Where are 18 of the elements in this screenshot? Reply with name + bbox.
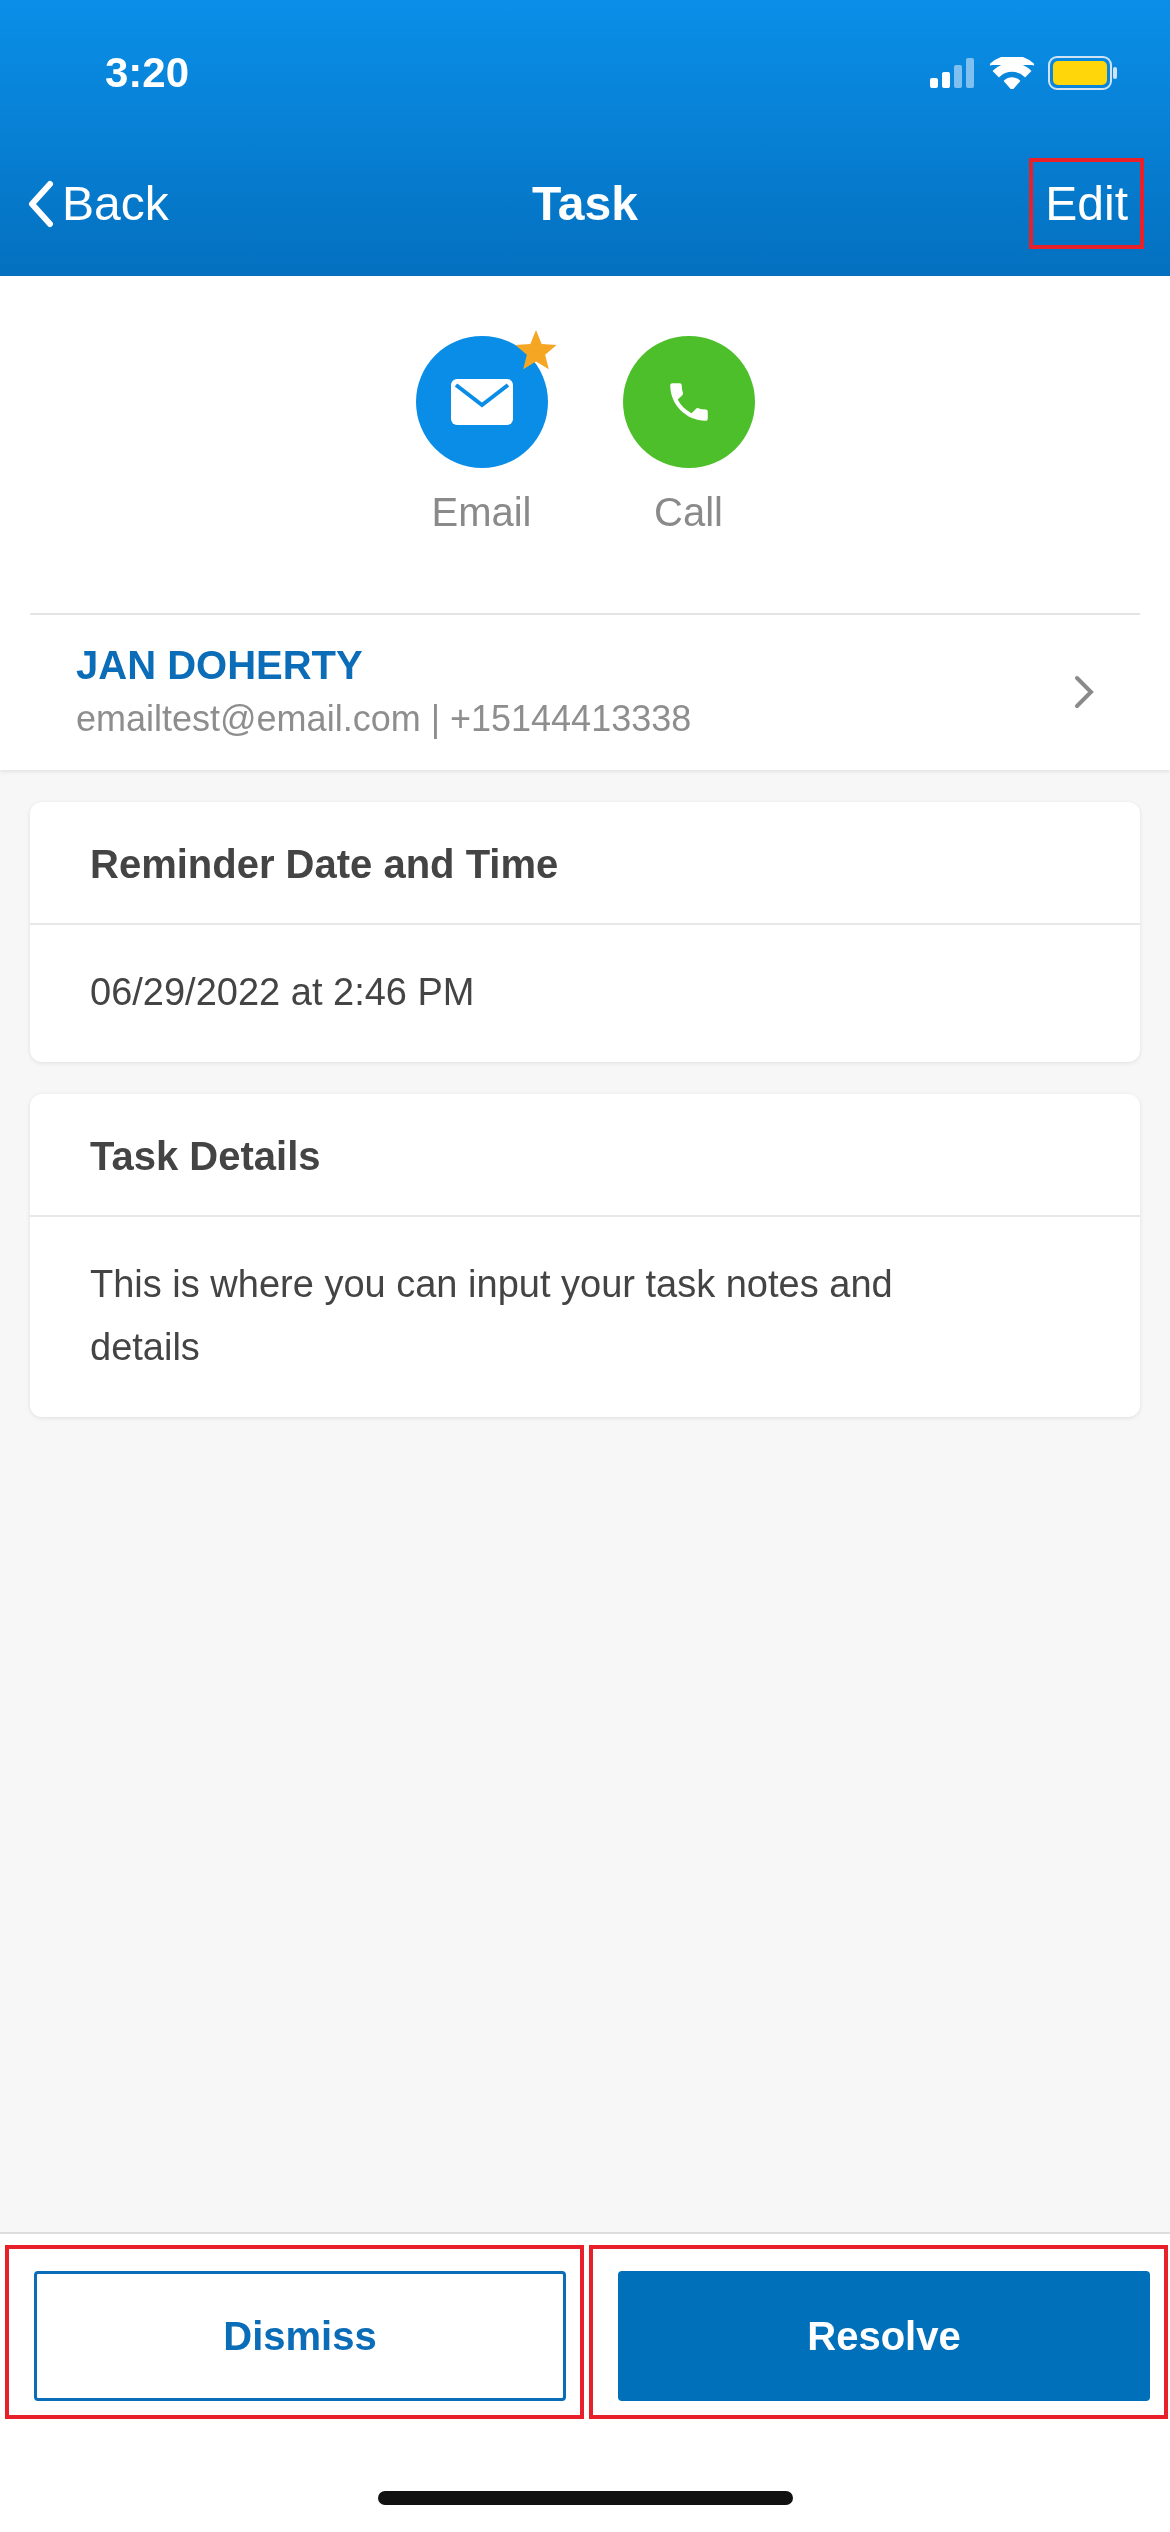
signal-icon — [930, 57, 976, 88]
card-title: Reminder Date and Time — [90, 842, 559, 886]
mail-icon — [450, 379, 513, 425]
chevron-left-icon — [26, 179, 54, 228]
card-title: Task Details — [90, 1134, 321, 1178]
battery-icon — [1048, 55, 1118, 90]
edit-button[interactable]: Edit — [1045, 176, 1128, 231]
wifi-icon — [990, 56, 1034, 89]
back-button[interactable]: Back — [26, 176, 169, 231]
chevron-icon[interactable] — [1074, 674, 1094, 709]
screen-title: Task — [532, 177, 638, 230]
contact-details: emailtest@email.com | +15144413338 — [76, 698, 693, 740]
dismiss-button[interactable]: Dismiss — [34, 2271, 566, 2401]
contact-name: JAN DOHERTY — [76, 643, 364, 688]
status-time: 3:20 — [105, 48, 190, 97]
card-text: 06/29/2022 at 2:46 PM — [90, 971, 475, 1013]
card-text: This is where you can input your task notes and details — [90, 1263, 893, 1368]
resolve-button[interactable]: Resolve — [618, 2271, 1150, 2401]
